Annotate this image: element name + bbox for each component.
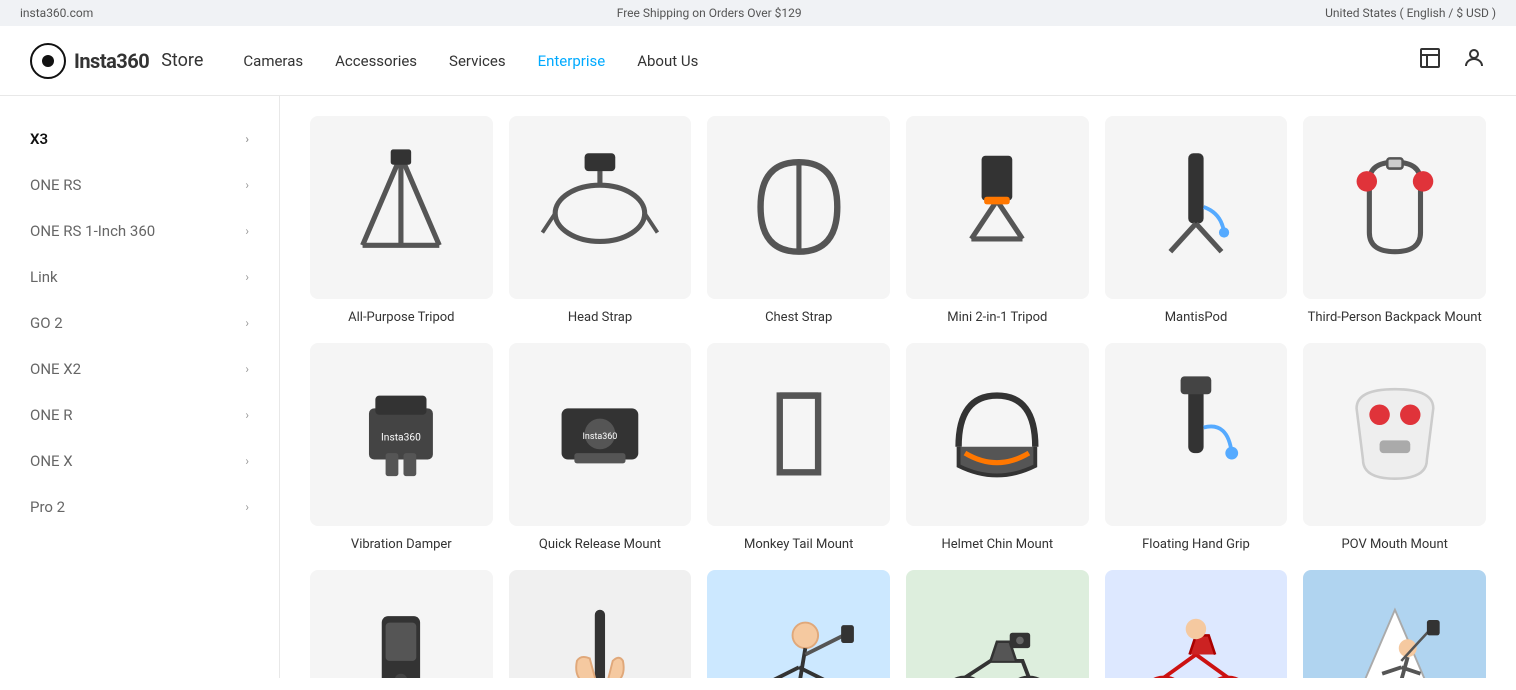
chevron-icon-go2: ›: [245, 316, 249, 330]
product-image-tripod: [310, 116, 493, 299]
product-image-backpack: [1303, 116, 1486, 299]
chevron-icon-link: ›: [245, 270, 249, 284]
content-area: All-Purpose Tripod Head Strap: [280, 96, 1516, 678]
product-image-mantispod: [1105, 116, 1288, 299]
product-image-damper: Insta360: [310, 343, 493, 526]
product-card-minitripod[interactable]: Mini 2-in-1 Tripod: [906, 116, 1089, 327]
svg-text:Insta360: Insta360: [381, 433, 421, 444]
product-image-motorcyclemount: [906, 570, 1089, 678]
main-layout: X3 › ONE RS › ONE RS 1-Inch 360 › Link ›…: [0, 96, 1516, 678]
product-label-mantispod: MantisPod: [1165, 309, 1228, 327]
product-label-backpack: Third-Person Backpack Mount: [1308, 309, 1482, 327]
store-label: Store: [161, 50, 203, 71]
chevron-icon-x3: ›: [245, 132, 249, 146]
topbar-center: Free Shipping on Orders Over $129: [617, 6, 802, 20]
product-label-headstrap: Head Strap: [568, 309, 632, 327]
product-image-handmount: [509, 570, 692, 678]
chevron-icon-onex2: ›: [245, 362, 249, 376]
sidebar-label-oner: ONE R: [30, 406, 73, 424]
product-card-mouthmount[interactable]: POV Mouth Mount: [1303, 343, 1486, 554]
product-image-floatinggrip: [1105, 343, 1288, 526]
product-label-helmetcin: Helmet Chin Mount: [942, 536, 1054, 554]
product-image-ubolt: [1105, 570, 1288, 678]
header-icons: [1418, 46, 1486, 75]
product-label-cheststrap: Chest Strap: [765, 309, 832, 327]
sidebar-label-onrs-1inch: ONE RS 1-Inch 360: [30, 222, 155, 240]
nav-cameras[interactable]: Cameras: [243, 52, 303, 70]
topbar-right: United States ( English / $ USD ): [1325, 6, 1496, 20]
sidebar-label-link: Link: [30, 268, 58, 286]
product-card-bikemount[interactable]: Third-Person Bike Handlebar Mount: [707, 570, 890, 678]
topbar-left: insta360.com: [20, 6, 93, 20]
cart-icon[interactable]: [1418, 46, 1442, 75]
sidebar-item-link[interactable]: Link ›: [0, 254, 279, 300]
sidebar-label-go2: GO 2: [30, 314, 63, 332]
product-image-cheststrap: [707, 116, 890, 299]
product-card-headstrap[interactable]: Head Strap: [509, 116, 692, 327]
product-card-quickrelease[interactable]: Insta360 Quick Release Mount: [509, 343, 692, 554]
product-grid: All-Purpose Tripod Head Strap: [310, 116, 1486, 678]
product-card-helmetcin[interactable]: Helmet Chin Mount: [906, 343, 1089, 554]
sidebar-item-onrs[interactable]: ONE RS ›: [0, 162, 279, 208]
product-card-cheststrap[interactable]: Chest Strap: [707, 116, 890, 327]
product-image-snowbundle: [1303, 570, 1486, 678]
product-image-headstrap: [509, 116, 692, 299]
product-card-handmount[interactable]: Hand Mount Bundle: [509, 570, 692, 678]
sidebar-label-onex: ONE X: [30, 452, 73, 470]
product-image-mouthmount: [1303, 343, 1486, 526]
product-card-ubolt[interactable]: Motorcycle U-Bolt Mount: [1105, 570, 1288, 678]
nav-enterprise[interactable]: Enterprise: [538, 52, 606, 70]
product-card-snowbundle[interactable]: Snow Bundle: [1303, 570, 1486, 678]
product-card-tripod[interactable]: All-Purpose Tripod: [310, 116, 493, 327]
sidebar: X3 › ONE RS › ONE RS 1-Inch 360 › Link ›…: [0, 96, 280, 678]
product-card-motorcyclemount[interactable]: Motorcycle Mount Bundle: [906, 570, 1089, 678]
product-label-tripod: All-Purpose Tripod: [348, 309, 454, 327]
chevron-icon-onex: ›: [245, 454, 249, 468]
product-card-gpsremote[interactable]: GPS Smart Remote: [310, 570, 493, 678]
header: Insta360 Store Cameras Accessories Servi…: [0, 26, 1516, 96]
product-label-floatinggrip: Floating Hand Grip: [1142, 536, 1250, 554]
product-image-monkeytail: [707, 343, 890, 526]
product-label-mouthmount: POV Mouth Mount: [1341, 536, 1447, 554]
top-bar: insta360.com Free Shipping on Orders Ove…: [0, 0, 1516, 26]
product-card-floatinggrip[interactable]: Floating Hand Grip: [1105, 343, 1288, 554]
sidebar-label-onrs: ONE RS: [30, 176, 81, 194]
sidebar-item-onex[interactable]: ONE X ›: [0, 438, 279, 484]
product-card-monkeytail[interactable]: Monkey Tail Mount: [707, 343, 890, 554]
product-image-gpsremote: [310, 570, 493, 678]
product-image-quickrelease: Insta360: [509, 343, 692, 526]
svg-text:Insta360: Insta360: [583, 432, 618, 442]
sidebar-item-onrs-1inch[interactable]: ONE RS 1-Inch 360 ›: [0, 208, 279, 254]
product-label-damper: Vibration Damper: [351, 536, 452, 554]
nav-accessories[interactable]: Accessories: [335, 52, 417, 70]
product-card-backpack[interactable]: Third-Person Backpack Mount: [1303, 116, 1486, 327]
sidebar-item-x3[interactable]: X3 ›: [0, 116, 279, 162]
sidebar-label-onex2: ONE X2: [30, 360, 81, 378]
sidebar-item-oner[interactable]: ONE R ›: [0, 392, 279, 438]
user-icon[interactable]: [1462, 46, 1486, 75]
logo-text: Insta360: [74, 49, 149, 73]
product-label-quickrelease: Quick Release Mount: [539, 536, 661, 554]
sidebar-label-x3: X3: [30, 130, 48, 148]
sidebar-item-onex2[interactable]: ONE X2 ›: [0, 346, 279, 392]
sidebar-label-pro2: Pro 2: [30, 498, 65, 516]
product-label-monkeytail: Monkey Tail Mount: [744, 536, 853, 554]
product-image-bikemount: [707, 570, 890, 678]
chevron-icon-pro2: ›: [245, 500, 249, 514]
product-label-minitripod: Mini 2-in-1 Tripod: [947, 309, 1047, 327]
chevron-icon-onrs: ›: [245, 178, 249, 192]
chevron-icon-onrs-1inch: ›: [245, 224, 249, 238]
product-image-helmetcin: [906, 343, 1089, 526]
nav-about[interactable]: About Us: [637, 52, 698, 70]
logo-area[interactable]: Insta360 Store: [30, 43, 203, 79]
product-image-minitripod: [906, 116, 1089, 299]
nav-services[interactable]: Services: [449, 52, 506, 70]
main-nav: Cameras Accessories Services Enterprise …: [243, 52, 698, 70]
product-card-mantispod[interactable]: MantisPod: [1105, 116, 1288, 327]
chevron-icon-oner: ›: [245, 408, 249, 422]
sidebar-item-pro2[interactable]: Pro 2 ›: [0, 484, 279, 530]
logo-icon: [30, 43, 66, 79]
sidebar-item-go2[interactable]: GO 2 ›: [0, 300, 279, 346]
product-card-damper[interactable]: Insta360 Vibration Damper: [310, 343, 493, 554]
